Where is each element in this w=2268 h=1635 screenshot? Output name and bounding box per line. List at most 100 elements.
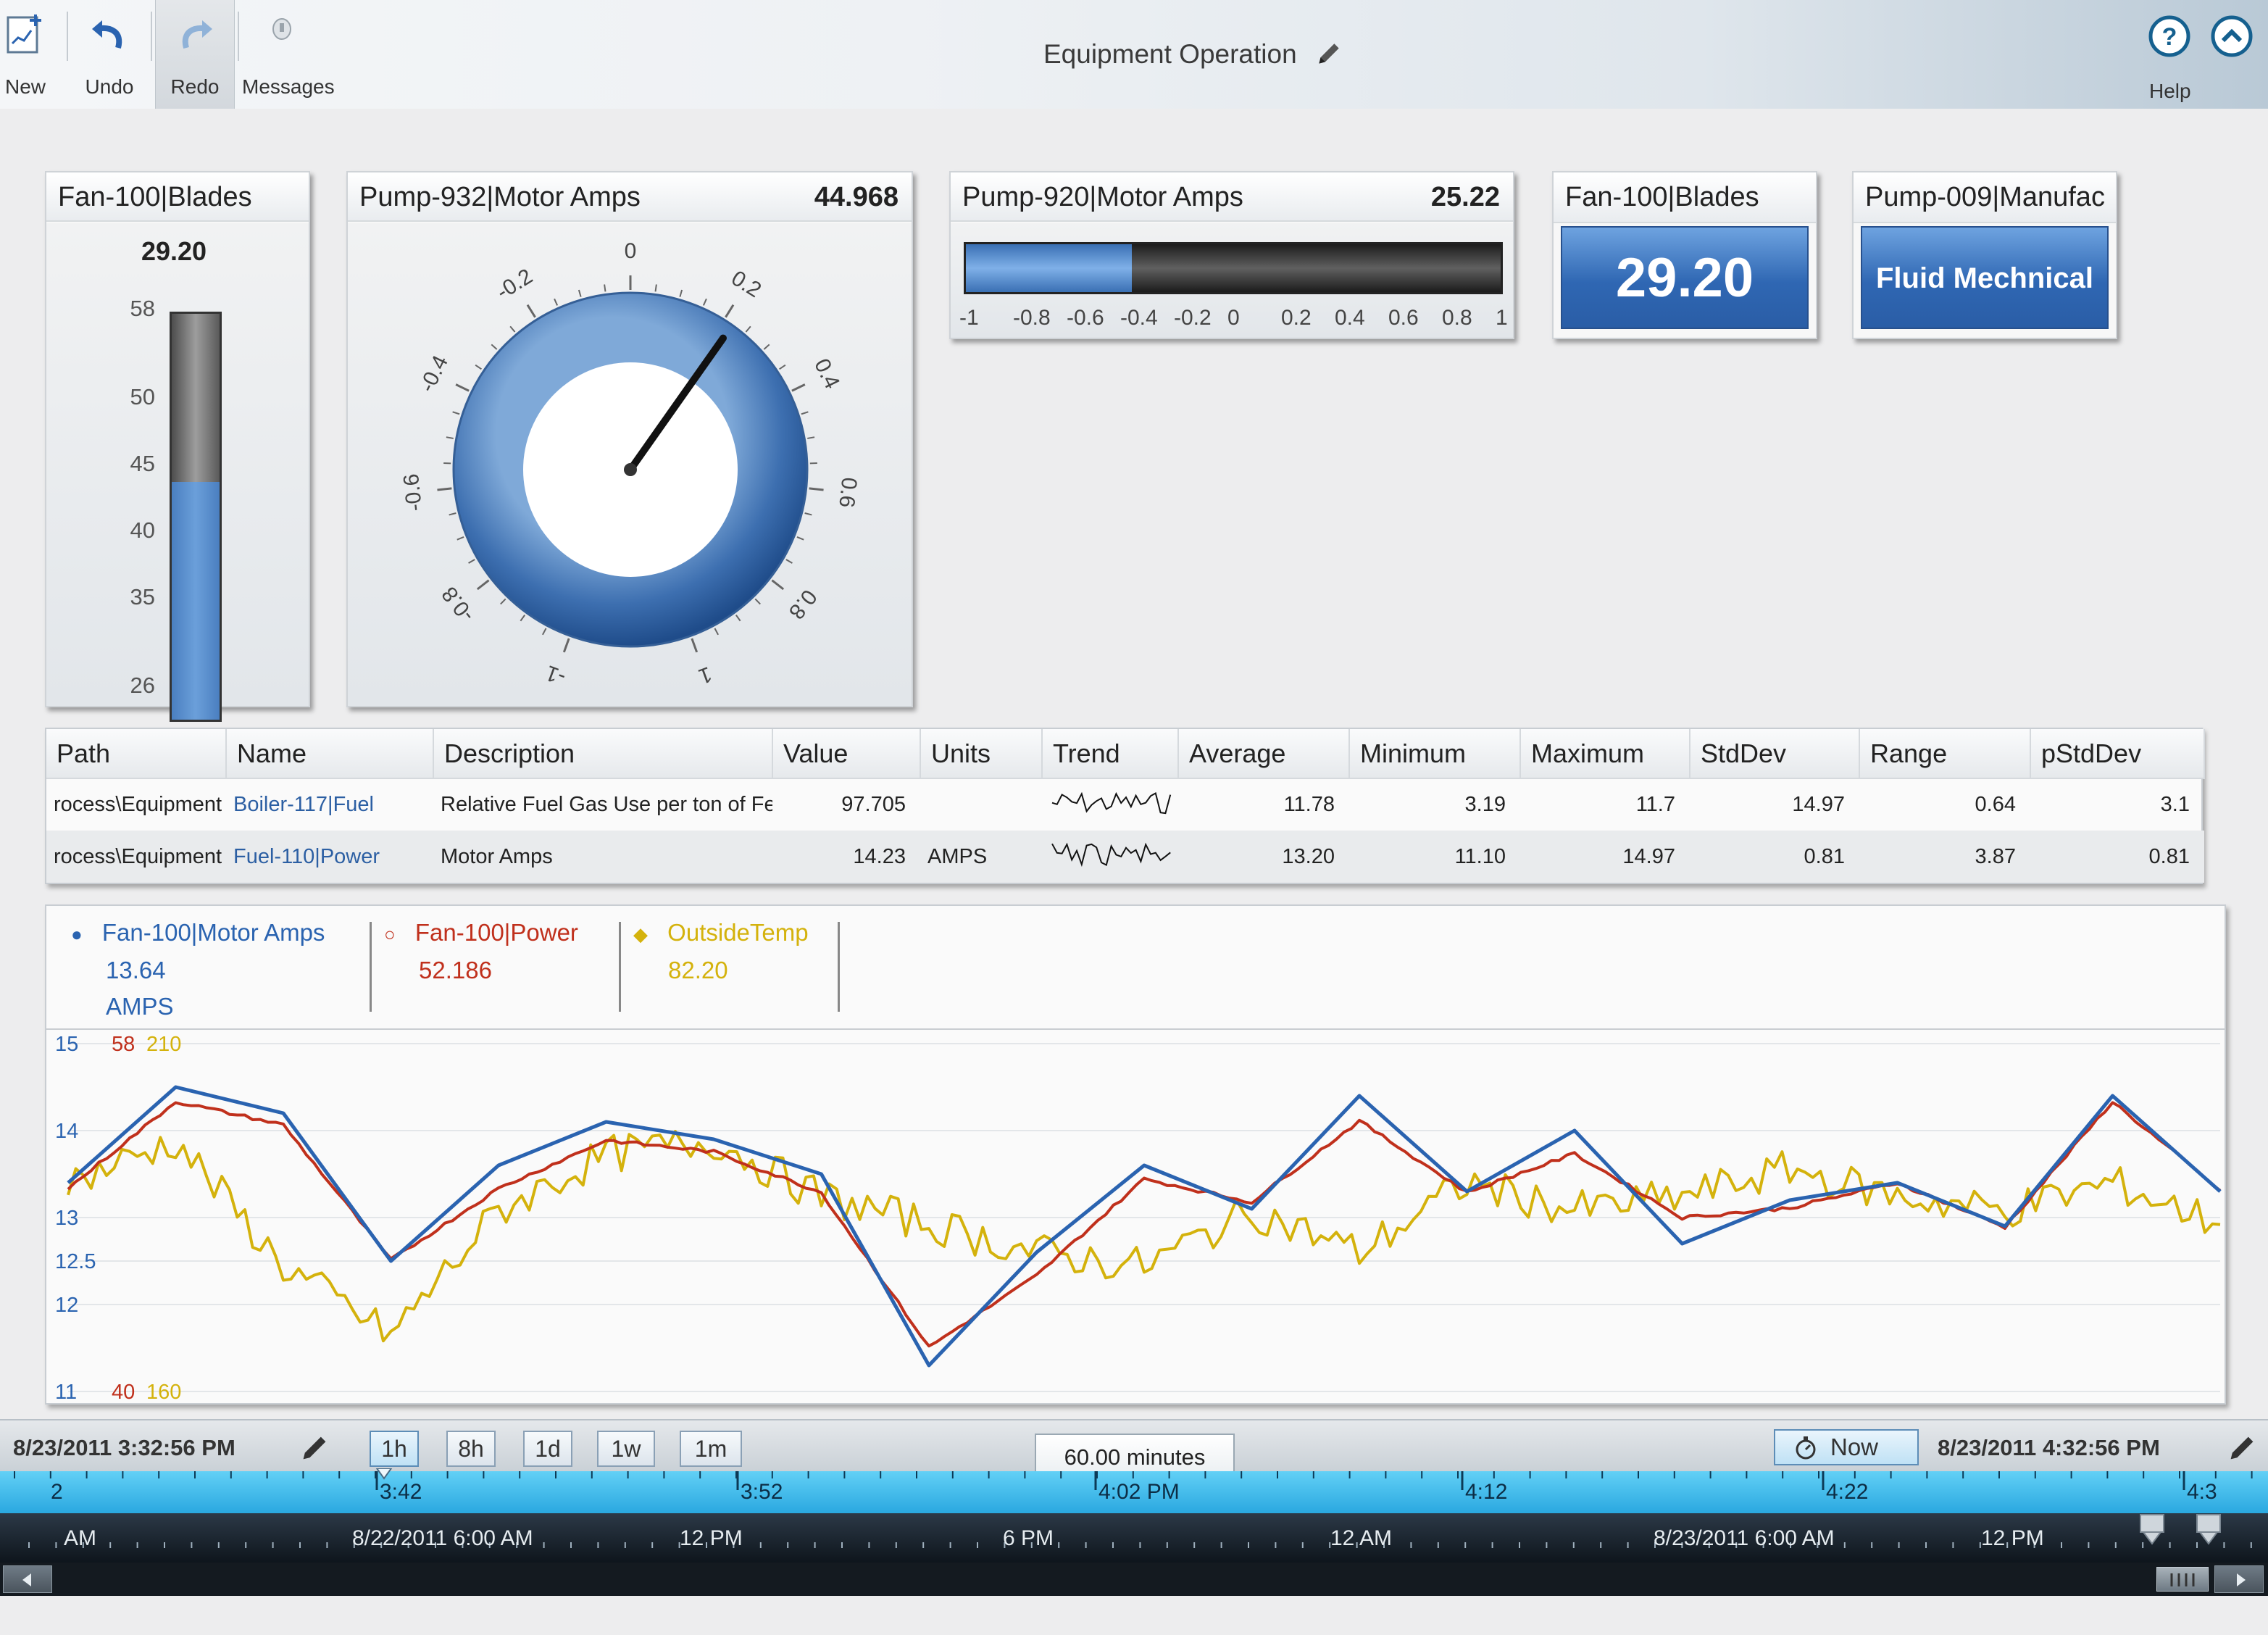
help-icon[interactable]: ? [2148, 14, 2191, 58]
col-header[interactable]: Path [46, 729, 227, 779]
undo-button[interactable]: Undo [70, 0, 149, 109]
col-header[interactable]: Description [433, 729, 773, 779]
card-body: 29.20 58 50 45 40 35 26 [46, 223, 309, 722]
gauge-tick [735, 615, 741, 622]
bar-tick: 26 [130, 673, 155, 698]
hbar-tick-label: 1 [1496, 306, 1508, 330]
range-1d-button[interactable]: 1d [523, 1431, 572, 1467]
redo-button[interactable]: Redo [155, 0, 235, 109]
y-bottom-power: 40 [112, 1381, 135, 1403]
series-line [67, 1130, 2221, 1343]
axis-label: 4:22 [1826, 1480, 1869, 1504]
gauge-tick [500, 598, 506, 605]
pump920-hbar-card[interactable]: Pump-920|Motor Amps 25.22 -1 -0.8 -0.6 -0.4… [949, 171, 1514, 339]
cell-maximum: 14.97 [1520, 831, 1690, 883]
scroll-right-button[interactable] [2214, 1565, 2264, 1593]
range-8h-button[interactable]: 8h [446, 1431, 496, 1467]
bar-track [170, 312, 222, 722]
card-title: Pump-920|Motor Amps 25.22 [951, 172, 1513, 222]
range-start-marker-icon[interactable] [375, 1468, 393, 1480]
cell-trend [1042, 831, 1178, 883]
axis-label: 12 AM [1330, 1526, 1393, 1550]
col-header[interactable]: Range [1859, 729, 2031, 779]
hbar-tick-label: 0.2 [1281, 306, 1312, 330]
now-button[interactable]: Now [1774, 1429, 1919, 1465]
undo-icon [92, 20, 122, 49]
table-row[interactable]: rocess\Equipment Fuel-110|Power Motor Am… [46, 831, 2204, 883]
cell-description: Motor Amps [433, 831, 772, 883]
hbar-track [964, 242, 1503, 294]
col-header[interactable]: Average [1178, 729, 1350, 779]
scroll-thumb[interactable] [2156, 1567, 2209, 1592]
y-tick-label: 14 [55, 1120, 78, 1143]
card-title: Pump-009|Manufac [1854, 172, 2116, 223]
time-axis-detail[interactable]: 2 3:42 3:52 4:02 PM 4:12 4:22 4:3 [0, 1468, 2268, 1513]
fan-blades-value-card[interactable]: Fan-100|Blades 29.20 [1552, 171, 1817, 339]
new-button[interactable]: New [0, 0, 65, 109]
pump009-value-card[interactable]: Pump-009|Manufac Fluid Mechnical [1852, 171, 2117, 339]
card-title-text: Fan-100|Blades [1565, 182, 1759, 212]
gauge-tick [796, 536, 804, 541]
messages-label: Messages [242, 75, 335, 98]
edit-pencil-icon[interactable] [1313, 39, 1343, 70]
range-handle-left-icon[interactable] [2138, 1513, 2167, 1547]
edit-end-pencil-icon[interactable] [2226, 1432, 2258, 1464]
gauge-tick [475, 364, 482, 370]
end-time[interactable]: 8/23/2011 4:32:56 PM [1938, 1435, 2160, 1461]
scroll-left-button[interactable] [3, 1565, 52, 1593]
hbar-tick-label: 0.8 [1442, 306, 1472, 330]
card-value: 25.22 [1430, 182, 1500, 212]
range-1w-button[interactable]: 1w [597, 1431, 655, 1467]
undo-label: Undo [85, 75, 134, 98]
gauge-tick [714, 628, 720, 636]
toolbar-separator [151, 12, 152, 61]
col-header[interactable]: Maximum [1520, 729, 1690, 779]
bar-tick: 40 [130, 517, 155, 543]
table-row[interactable]: rocess\Equipment Boiler-117|Fuel Relativ… [46, 778, 2204, 831]
cell-value: 14.23 [772, 831, 920, 883]
series-line [67, 1085, 2222, 1368]
gauge-tick [491, 344, 498, 350]
cell-stddev: 14.97 [1792, 793, 1845, 816]
gauge-tick [809, 487, 824, 491]
col-header[interactable]: Name [226, 729, 434, 779]
messages-button[interactable]: Messages [242, 0, 335, 109]
gauge-tick [725, 304, 735, 318]
pump932-gauge-card[interactable]: Pump-932|Motor Amps 44.968 0 0.2 0.4 0.6 0.8… [346, 171, 913, 707]
cell-name[interactable]: Fuel-110|Power [226, 831, 433, 883]
axis-label: 12 PM [1981, 1526, 2044, 1550]
col-header[interactable]: StdDev [1690, 729, 1860, 779]
sparkline-path [1051, 791, 1172, 814]
cell-trend [1042, 778, 1178, 831]
gauge-tick [702, 298, 707, 306]
col-header[interactable]: Minimum [1349, 729, 1521, 779]
gauge-tick [763, 344, 770, 350]
range-handle-right-icon[interactable] [2194, 1513, 2223, 1547]
col-header[interactable]: Value [772, 729, 921, 779]
fan-blades-bar-card[interactable]: Fan-100|Blades 29.20 58 50 45 40 35 26 [45, 171, 310, 722]
col-header[interactable]: Units [920, 729, 1043, 779]
range-1m-button[interactable]: 1m [680, 1431, 742, 1467]
gauge-tick [476, 579, 490, 591]
range-1h-button[interactable]: 1h [370, 1431, 419, 1467]
time-axis-overview[interactable]: AM 8/22/2011 6:00 AM 12 PM 6 PM 12 AM 8/… [0, 1513, 2268, 1563]
col-header[interactable]: pStdDev [2030, 729, 2205, 779]
hbar-tick-label: -0.8 [1013, 306, 1051, 330]
axis-label: 8/23/2011 6:00 AM [1654, 1526, 1835, 1550]
cell-name[interactable]: Boiler-117|Fuel [226, 778, 433, 831]
col-header[interactable]: Trend [1042, 729, 1179, 779]
y-bottom-temp: 160 [146, 1381, 181, 1403]
gauge-tick [604, 284, 606, 292]
card-value: 44.968 [814, 182, 899, 212]
messages-icon [272, 18, 291, 40]
start-time[interactable]: 8/23/2011 3:32:56 PM [13, 1435, 235, 1461]
timeline-scrollbar[interactable] [0, 1563, 2268, 1596]
gauge-tick [791, 383, 806, 392]
collapse-up-icon[interactable] [2210, 14, 2254, 58]
edit-start-pencil-icon[interactable] [299, 1432, 330, 1464]
bar-tick: 35 [130, 584, 155, 610]
trend-chart[interactable]: ● Fan-100|Motor Amps 13.64 AMPS ○ Fan-10… [45, 904, 2226, 1405]
gauge-tick [520, 615, 526, 622]
axis-label: 12 PM [680, 1526, 743, 1550]
values-table[interactable]: Path Name Description Value Units Trend … [45, 728, 2205, 884]
